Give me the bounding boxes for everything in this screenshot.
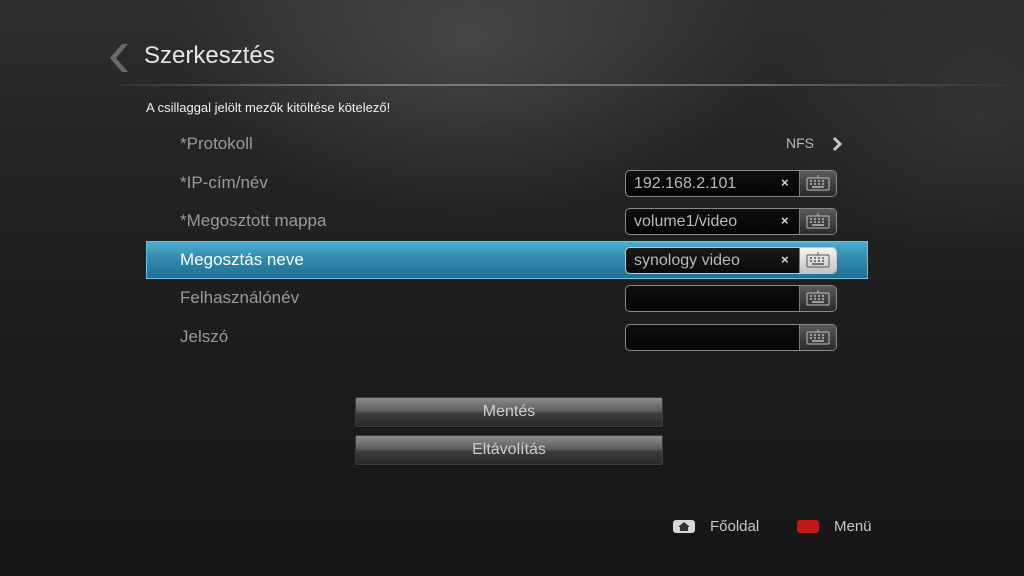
ip-address-field[interactable]: 192.168.2.101 × [625, 170, 837, 197]
required-fields-note: A csillaggal jelölt mezők kitöltése köte… [146, 100, 391, 115]
page-title: Szerkesztés [144, 42, 275, 69]
keyboard-button[interactable] [799, 325, 836, 350]
shared-folder-label: *Megosztott mappa [180, 211, 327, 230]
home-key-icon [673, 520, 695, 533]
share-name-value: synology video [634, 252, 740, 269]
shared-folder-row[interactable]: *Megosztott mappa volume1/video × [146, 202, 868, 240]
password-row[interactable]: Jelszó [146, 318, 868, 356]
home-label[interactable]: Főoldal [710, 518, 759, 535]
share-name-label: Megosztás neve [180, 250, 304, 269]
keyboard-icon [806, 175, 830, 191]
clear-icon[interactable]: × [781, 213, 789, 228]
username-field[interactable] [625, 285, 837, 312]
clear-icon[interactable]: × [781, 252, 789, 267]
keyboard-icon [806, 252, 830, 268]
keyboard-button[interactable] [799, 286, 836, 311]
protocol-row[interactable]: *Protokoll NFS [146, 125, 868, 163]
keyboard-button[interactable] [799, 248, 836, 273]
keyboard-button[interactable] [799, 209, 836, 234]
red-button-icon [797, 520, 819, 533]
title-divider [120, 84, 1020, 86]
password-field[interactable] [625, 324, 837, 351]
ip-address-value: 192.168.2.101 [634, 175, 737, 192]
username-label: Felhasználónév [180, 288, 300, 307]
home-icon [678, 522, 690, 531]
share-name-field[interactable]: synology video × [625, 247, 837, 274]
keyboard-icon [806, 290, 830, 306]
back-arrow-icon[interactable] [102, 42, 128, 74]
share-name-row[interactable]: Megosztás neve synology video × [146, 241, 868, 279]
protocol-label: *Protokoll [180, 134, 253, 153]
ip-address-label: *IP-cím/név [180, 173, 268, 192]
protocol-value: NFS [786, 135, 814, 151]
keyboard-button[interactable] [799, 171, 836, 196]
shared-folder-value: volume1/video [634, 213, 738, 230]
keyboard-icon [806, 329, 830, 345]
chevron-right-icon[interactable] [831, 136, 843, 152]
shared-folder-field[interactable]: volume1/video × [625, 208, 837, 235]
clear-icon[interactable]: × [781, 175, 789, 190]
menu-label[interactable]: Menü [834, 518, 872, 535]
username-row[interactable]: Felhasználónév [146, 279, 868, 317]
remove-button[interactable]: Eltávolítás [355, 435, 663, 465]
save-button[interactable]: Mentés [355, 397, 663, 427]
ip-address-row[interactable]: *IP-cím/név 192.168.2.101 × [146, 164, 868, 202]
password-label: Jelszó [180, 327, 229, 346]
keyboard-icon [806, 213, 830, 229]
